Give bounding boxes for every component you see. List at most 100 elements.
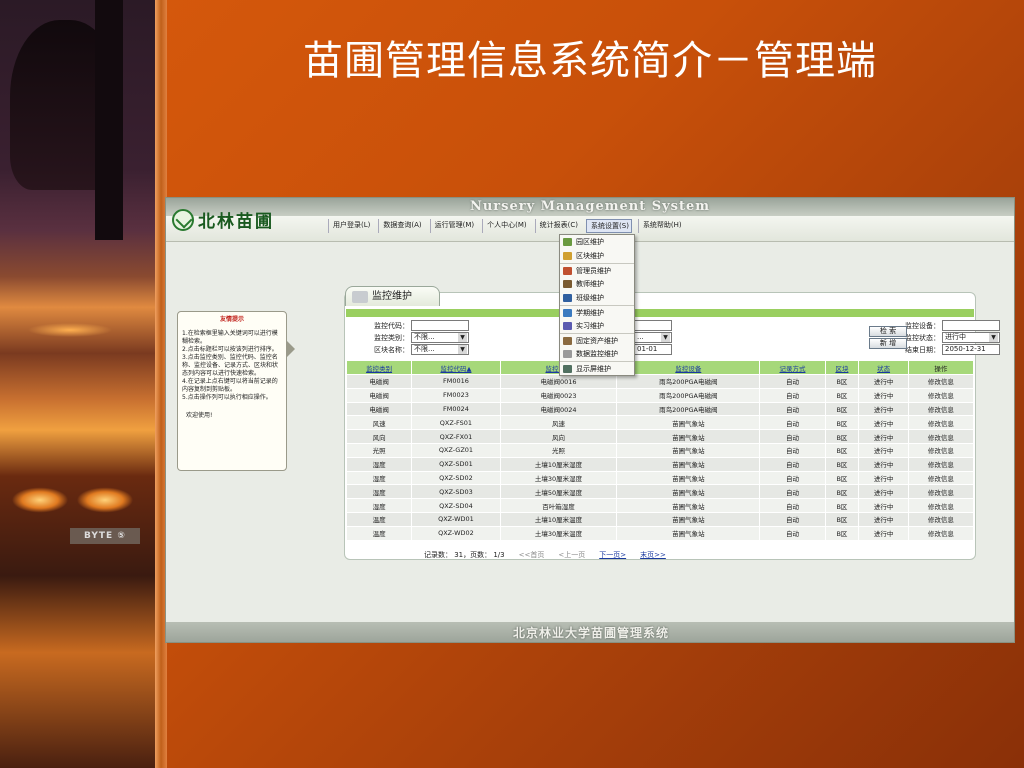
edit-link[interactable]: 修改信息 [907,401,975,417]
first-page-link[interactable]: <<首页 [519,550,545,560]
menu-item-term[interactable]: 学期维护 [560,305,634,319]
panel-band [346,309,974,317]
table-row[interactable]: 电磁阀 FM0024 电磁阀0024 雨鸟200PGA电磁阀 自动 B区 进行中 修改信息 [345,401,975,417]
col-type[interactable]: 监控类别 [345,360,413,375]
col-status[interactable]: 状态 [858,360,909,375]
col-record-mode[interactable]: 记录方式 [759,360,826,375]
edit-link[interactable]: 修改信息 [907,511,975,527]
end-date-label: 结束日期： [905,345,940,354]
code-label: 监控代码： [374,321,409,330]
table-cell: 苗圃气象站 [616,415,761,431]
logo[interactable]: 北林苗圃 [172,207,274,232]
menu-item-teacher[interactable]: 教师维护 [560,277,634,291]
edit-link[interactable]: 修改信息 [907,525,975,541]
code-input[interactable] [411,320,469,331]
tip-arrow-icon [287,341,295,357]
table-cell: 苗圃气象站 [616,484,761,500]
menu-personal[interactable]: 个人中心(M) [482,219,529,233]
table-cell: 自动 [759,442,826,458]
table-cell: 湿度 [345,484,413,500]
table-cell: 土壤30厘米温度 [499,525,618,541]
area-select[interactable]: 不限... [411,344,469,355]
type-select[interactable]: 不限... [411,332,469,343]
edit-link[interactable]: 修改信息 [907,415,975,431]
menu-item-park[interactable]: 园区维护 [560,235,634,249]
menu-operation[interactable]: 运行管理(M) [429,219,477,233]
menu-reports[interactable]: 统计报表(C) [534,219,580,233]
tip-item: 5.点击操作列可以执行相应操作。 [182,394,272,401]
table-row[interactable]: 湿度 QXZ-SD02 土壤30厘米湿度 苗圃气象站 自动 B区 进行中 修改信息 [345,470,975,486]
tip-item: 3.点击监控类别、监控代码、监控名称、监控设备、记录方式、区块和状态列内容可以进… [182,354,279,377]
table-cell: QXZ-WD02 [411,525,501,541]
table-row[interactable]: 光照 QXZ-GZ01 光照 苗圃气象站 自动 B区 进行中 修改信息 [345,442,975,458]
menu-query[interactable]: 数据查询(A) [378,219,423,233]
tip-footer: 欢迎使用! [186,412,213,419]
menu-settings[interactable]: 系统设置(S) [586,219,632,233]
app-footer: 北京林业大学苗圃管理系统 [166,622,1014,642]
table-cell: 风向 [345,429,413,444]
edit-link[interactable]: 修改信息 [907,498,975,513]
table-row[interactable]: 湿度 QXZ-SD04 百叶箱湿度 苗圃气象站 自动 B区 进行中 修改信息 [345,498,975,513]
table-cell: 自动 [759,387,826,403]
edit-link[interactable]: 修改信息 [907,484,975,500]
table-row[interactable]: 电磁阀 FM0016 电磁阀0016 雨鸟200PGA电磁阀 自动 B区 进行中 修改信息 [345,374,975,389]
table-cell: 进行中 [858,498,909,513]
col-block[interactable]: 区块 [824,360,860,375]
monitor-icon [352,291,368,303]
status-label: 监控状态： [905,333,940,342]
table-row[interactable]: 湿度 QXZ-SD03 土壤50厘米湿度 苗圃气象站 自动 B区 进行中 修改信息 [345,484,975,500]
search-button[interactable]: 检 索 [869,326,907,337]
type-label: 监控类别： [374,333,409,342]
table-cell: B区 [824,484,860,500]
menu-item-display[interactable]: 显示屏维护 [560,361,634,375]
table-cell: FM0023 [411,387,501,403]
edit-link[interactable]: 修改信息 [907,470,975,486]
table-cell: 苗圃气象站 [616,511,761,527]
menu-item-admin[interactable]: 管理员维护 [560,263,634,277]
table-row[interactable]: 风速 QXZ-FS01 风速 苗圃气象站 自动 B区 进行中 修改信息 [345,415,975,431]
logo-text: 北林苗圃 [198,212,274,232]
menu-item-asset[interactable]: 固定资产维护 [560,333,634,347]
table-cell: 进行中 [858,456,909,472]
table-cell: FM0016 [411,374,501,389]
table-row[interactable]: 风向 QXZ-FX01 风向 苗圃气象站 自动 B区 进行中 修改信息 [345,429,975,444]
menu-item-practice[interactable]: 实习维护 [560,319,634,333]
panel-tab[interactable]: 监控维护 [345,286,440,306]
table-cell: QXZ-GZ01 [411,442,501,458]
table-cell: 湿度 [345,498,413,513]
edit-link[interactable]: 修改信息 [907,387,975,403]
col-code[interactable]: 监控代码▲ [411,360,501,375]
table-cell: 电磁阀 [345,401,413,417]
tip-item: 2.点击标题栏可以按该列进行排序。 [182,346,278,353]
last-page-link[interactable]: 末页>> [640,550,666,560]
table-row[interactable]: 温度 QXZ-WD02 土壤30厘米温度 苗圃气象站 自动 B区 进行中 修改信息 [345,525,975,541]
edit-link[interactable]: 修改信息 [907,456,975,472]
edit-link[interactable]: 修改信息 [907,442,975,458]
table-row[interactable]: 电磁阀 FM0023 电磁阀0023 雨鸟200PGA电磁阀 自动 B区 进行中 修改信息 [345,387,975,403]
table-cell: B区 [824,429,860,444]
menu-help[interactable]: 系统帮助(H) [637,219,684,233]
edit-link[interactable]: 修改信息 [907,429,975,444]
start-date-input[interactable]: 01-01 [634,344,672,355]
menu-item-monitor[interactable]: 数据监控维护 [560,347,634,361]
table-cell: 进行中 [858,442,909,458]
next-page-link[interactable]: 下一页> [599,550,626,560]
menu-login[interactable]: 用户登录(L) [328,219,372,233]
tip-item: 4.在记录上点右键可以将当前记录的内容复制到剪贴板。 [182,378,278,393]
edit-link[interactable]: 修改信息 [907,374,975,389]
table-row[interactable]: 湿度 QXZ-SD01 土壤10厘米湿度 苗圃气象站 自动 B区 进行中 修改信息 [345,456,975,472]
end-date-input[interactable]: 2050-12-31 [942,344,1000,355]
table-row[interactable]: 温度 QXZ-WD01 土壤10厘米温度 苗圃气象站 自动 B区 进行中 修改信息 [345,511,975,527]
add-button[interactable]: 新 增 [869,338,907,349]
menu-item-block[interactable]: 区块维护 [560,249,634,263]
status-select[interactable]: 进行中 [942,332,1000,343]
col-device[interactable]: 监控设备 [616,360,761,375]
table-cell: 电磁阀0016 [499,374,618,389]
prev-page-link[interactable]: <上一页 [558,550,585,560]
name-input[interactable] [634,320,672,331]
table-cell: 风向 [499,429,618,444]
table-cell: 电磁阀0023 [499,387,618,403]
status-mid-select[interactable]: ... [634,332,672,343]
menu-item-class[interactable]: 班级维护 [560,291,634,305]
device-input[interactable] [942,320,1000,331]
